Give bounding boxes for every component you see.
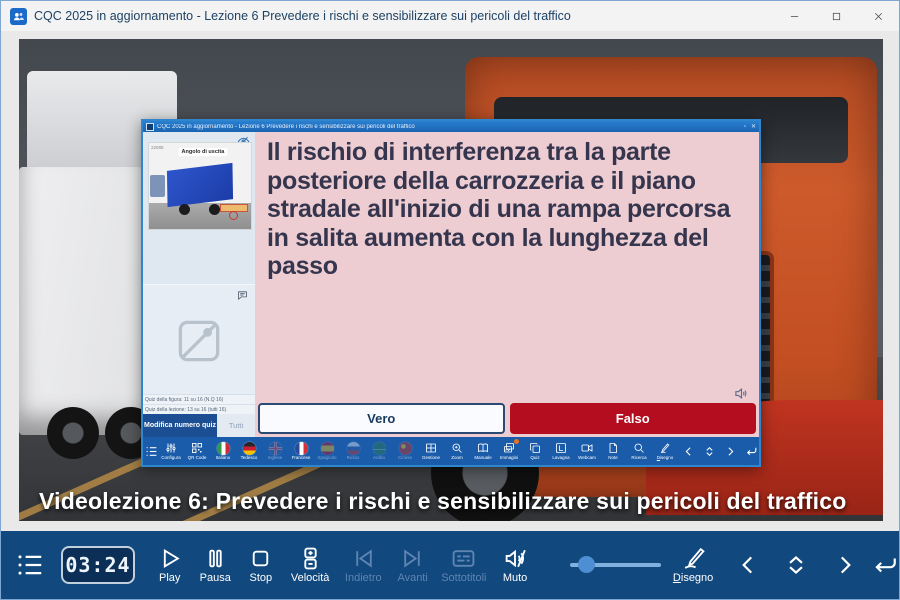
- quiz-toolbar: Configura QR Code Italiano Tedesc: [143, 437, 759, 465]
- quiz-title-text: CQC 2025 in aggiornamento - Lezione 6 Pr…: [157, 124, 744, 130]
- thumbnail-wheel: [179, 204, 190, 215]
- quiz-left-panel: 22088 Angolo di uscita: [143, 132, 255, 437]
- quiz-info-line-2: Quiz della lezione: 13 su 16 (tutti 16): [143, 404, 255, 414]
- note-button[interactable]: Note: [600, 437, 626, 465]
- nav-resize-icon[interactable]: [782, 552, 810, 578]
- all-quizzes-button[interactable]: Tutti: [217, 414, 255, 437]
- thumbnail-truck-cab: [150, 175, 165, 197]
- playback-timer: 03:24: [61, 546, 135, 584]
- audio-speaker-icon[interactable]: [734, 386, 749, 401]
- window-title: CQC 2025 in aggiornamento - Lezione 6 Pr…: [34, 9, 571, 23]
- language-tedesco-button[interactable]: Tedesco: [236, 437, 262, 465]
- app-icon: [10, 8, 27, 25]
- skip-forward-button[interactable]: Avanti: [392, 546, 434, 584]
- quiz-app-icon: [146, 123, 154, 131]
- quiz-window: CQC 2025 in aggiornamento - Lezione 6 Pr…: [141, 119, 761, 467]
- mute-button[interactable]: Muto: [494, 546, 536, 584]
- close-button[interactable]: [857, 1, 899, 31]
- thumbnail-truck-tarp: [167, 163, 233, 207]
- lavagna-button[interactable]: Lavagna: [548, 437, 574, 465]
- answer-buttons: Vero Falso: [258, 403, 756, 434]
- language-francese-button[interactable]: Francese: [288, 437, 314, 465]
- question-text: Il rischio di interferenza tra la parte …: [267, 138, 730, 280]
- russian-flag-icon: [347, 442, 360, 455]
- webcam-button[interactable]: Webcam: [574, 437, 600, 465]
- question-thumbnail[interactable]: 22088 Angolo di uscita: [148, 142, 252, 230]
- quiz-maximize-icon[interactable]: ▫: [744, 124, 746, 130]
- quiz-info-line-1: Quiz della figura: 11 su 16 (N.Q 16): [143, 394, 255, 404]
- language-cinese-button[interactable]: Cinese: [392, 437, 418, 465]
- nav-next-icon[interactable]: [830, 552, 858, 578]
- question-area: Il rischio di interferenza tra la parte …: [255, 132, 759, 403]
- vero-button[interactable]: Vero: [258, 403, 505, 434]
- maximize-button[interactable]: [815, 1, 857, 31]
- title-bar: CQC 2025 in aggiornamento - Lezione 6 Pr…: [1, 1, 899, 32]
- pause-button[interactable]: Pausa: [194, 546, 236, 584]
- quiz-prev-icon[interactable]: [678, 437, 699, 465]
- arabic-flag-icon: [373, 442, 386, 455]
- quiz-list-icon[interactable]: [145, 445, 158, 458]
- language-inglese-button[interactable]: Inglese: [262, 437, 288, 465]
- play-button[interactable]: Play: [149, 546, 191, 584]
- notification-dot: [514, 439, 519, 444]
- playlist-icon[interactable]: [15, 550, 45, 580]
- zoom-button[interactable]: Zoom: [444, 437, 470, 465]
- subtitles-button[interactable]: Sottotitoli: [437, 546, 490, 584]
- no-image-icon: [171, 313, 227, 369]
- speed-button[interactable]: Velocità: [286, 546, 335, 584]
- qr-code-button[interactable]: QR Code: [184, 437, 210, 465]
- minimize-button[interactable]: [773, 1, 815, 31]
- volume-slider[interactable]: [570, 552, 661, 578]
- thumbnail-marker: [229, 211, 238, 220]
- app-window: CQC 2025 in aggiornamento - Lezione 6 Pr…: [0, 0, 900, 600]
- image-placeholder-box: [143, 284, 255, 397]
- volume-knob[interactable]: [578, 556, 595, 573]
- quiz-title-bar[interactable]: CQC 2025 in aggiornamento - Lezione 6 Pr…: [143, 121, 759, 132]
- language-russo-button[interactable]: Russo: [340, 437, 366, 465]
- language-italiano-button[interactable]: Italiano: [210, 437, 236, 465]
- manuale-button[interactable]: Manuale: [470, 437, 496, 465]
- language-spagnolo-button[interactable]: Spagnolo: [314, 437, 340, 465]
- player-bar: 03:24 Play Pausa Stop Velocità: [1, 531, 899, 599]
- language-arabo-button[interactable]: Arabo: [366, 437, 392, 465]
- italian-flag-icon: [217, 442, 230, 455]
- quiz-next-icon[interactable]: [720, 437, 741, 465]
- chinese-flag-icon: [399, 442, 412, 455]
- quiz-resize-icon[interactable]: [699, 437, 720, 465]
- quiz-button[interactable]: Quiz: [522, 437, 548, 465]
- falso-button[interactable]: Falso: [510, 403, 757, 434]
- thumbnail-label: Angolo di uscita: [179, 148, 228, 156]
- video-caption: Videolezione 6: Prevedere i rischi e sen…: [39, 488, 847, 515]
- ricerca-button[interactable]: Ricerca: [626, 437, 652, 465]
- nav-previous-icon[interactable]: [734, 552, 762, 578]
- spanish-flag-icon: [321, 442, 334, 455]
- quiz-close-icon[interactable]: ✕: [751, 124, 756, 130]
- german-flag-icon: [243, 442, 256, 455]
- draw-button[interactable]: Disegno: [669, 546, 718, 584]
- uk-flag-icon: [269, 442, 282, 455]
- thumbnail-number: 22088: [151, 145, 164, 150]
- quiz-return-icon[interactable]: [741, 437, 762, 465]
- thumbnail-wheel: [209, 204, 220, 215]
- french-flag-icon: [295, 442, 308, 455]
- edit-quiz-number-button[interactable]: Modifica numero quiz: [143, 414, 217, 437]
- configura-button[interactable]: Configura: [158, 437, 184, 465]
- immagini-button[interactable]: Immagini: [496, 437, 522, 465]
- disegno-button[interactable]: Disegno: [652, 437, 678, 465]
- stop-button[interactable]: Stop: [240, 546, 282, 584]
- comment-bubble-icon[interactable]: [237, 290, 248, 301]
- gestione-button[interactable]: Gestione: [418, 437, 444, 465]
- nav-return-icon[interactable]: [871, 552, 899, 578]
- stage: Videolezione 6: Prevedere i rischi e sen…: [1, 31, 899, 531]
- trailer-wheel: [47, 407, 99, 459]
- skip-back-button[interactable]: Indietro: [339, 546, 388, 584]
